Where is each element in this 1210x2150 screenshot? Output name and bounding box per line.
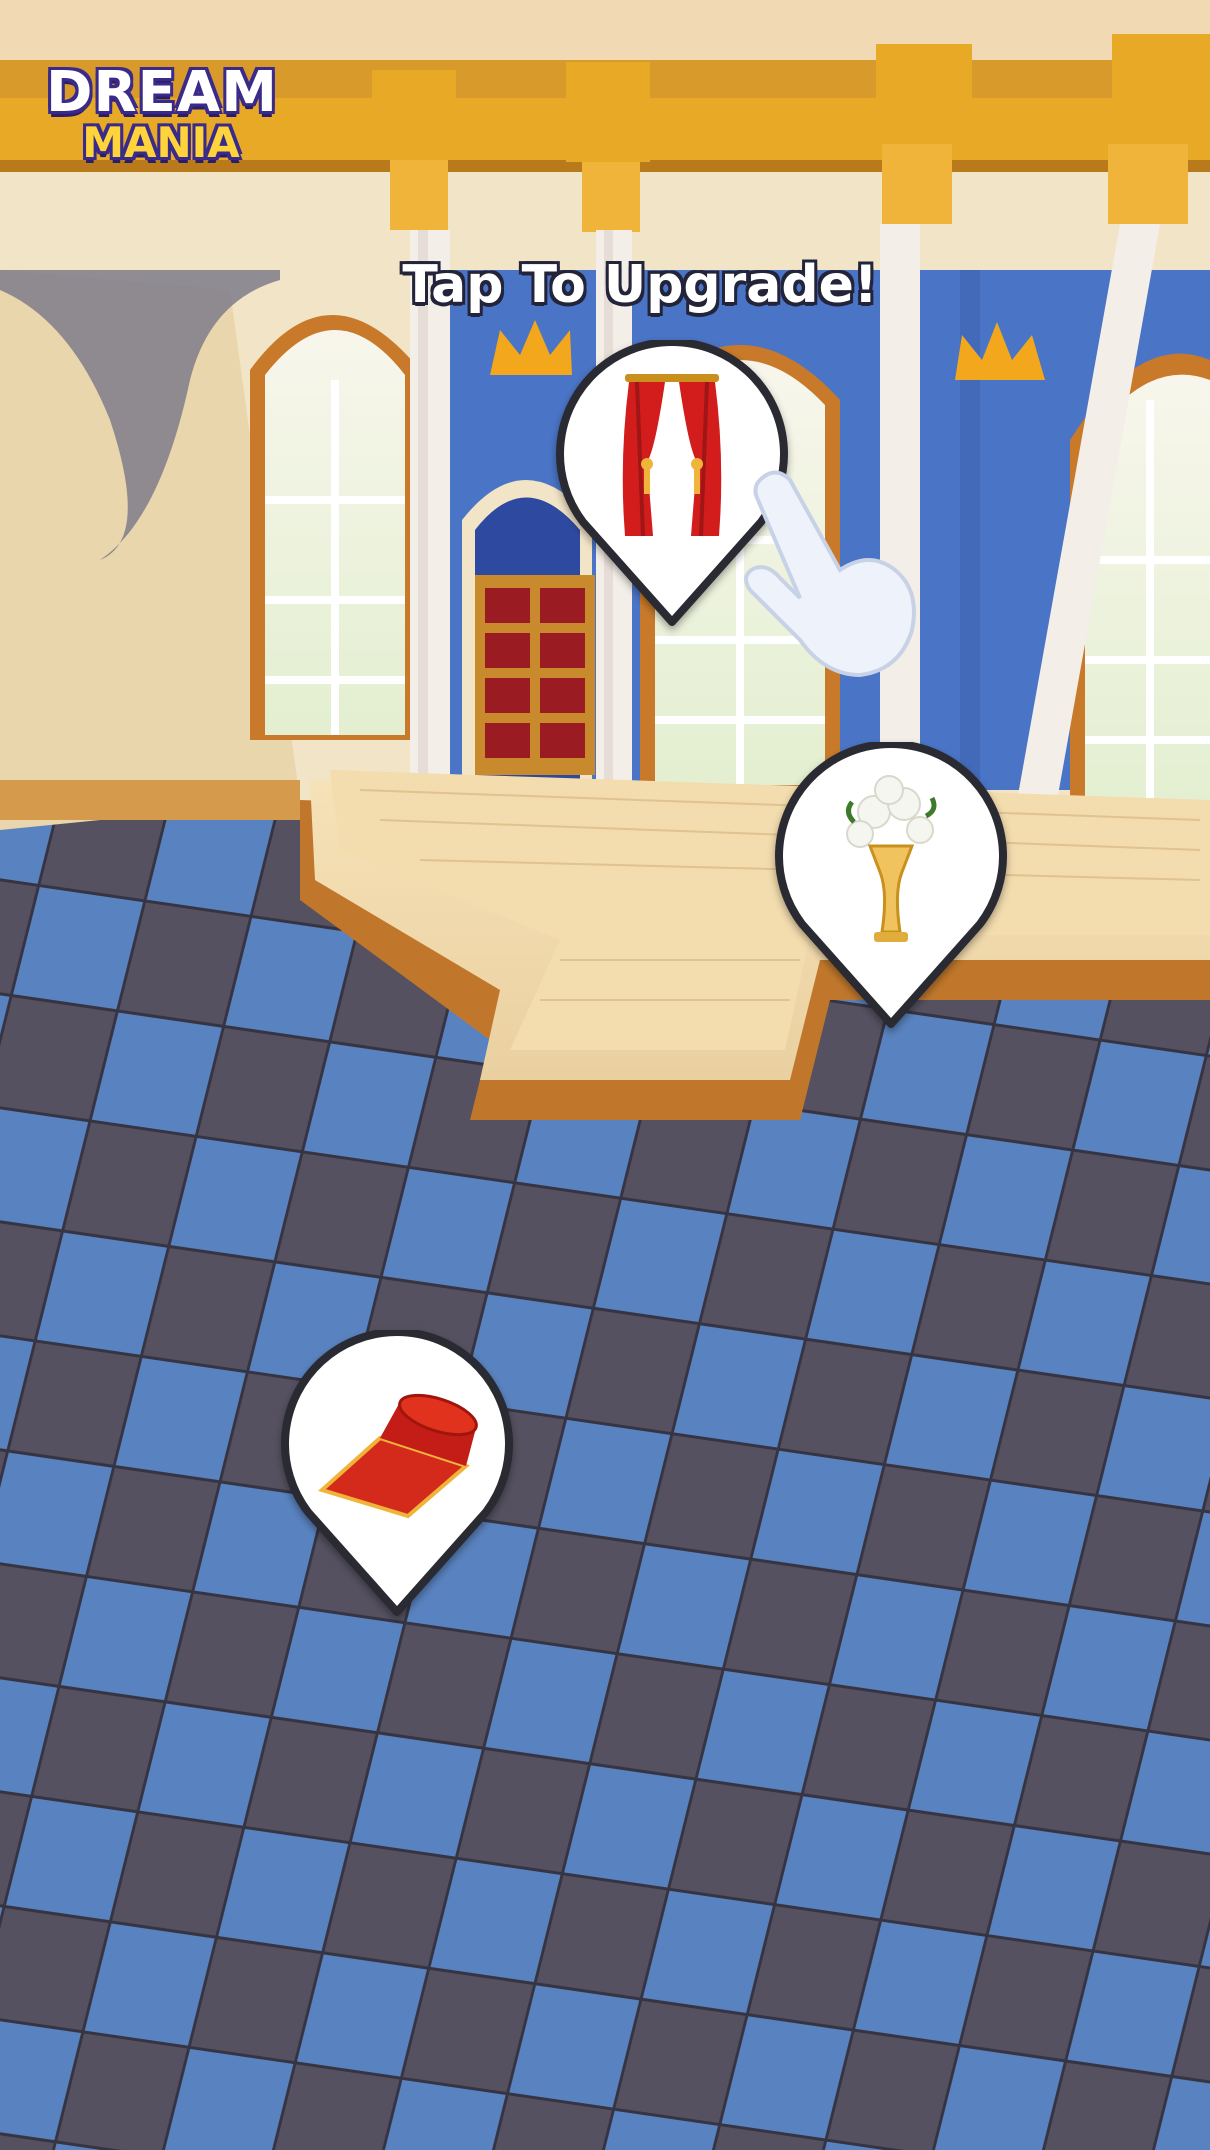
logo-title-line2: MANIA xyxy=(82,118,240,167)
room-scene xyxy=(0,0,1210,2150)
upgrade-pin-flower-vase[interactable] xyxy=(774,742,1008,1032)
logo-title-line1: DREAM xyxy=(46,60,278,125)
pointing-hand-icon xyxy=(744,470,916,678)
tap-to-upgrade-hint: Tap To Upgrade! xyxy=(402,255,878,315)
game-logo: DREAM MANIA xyxy=(46,48,278,178)
upgrade-pin-red-carpet[interactable] xyxy=(280,1330,514,1620)
